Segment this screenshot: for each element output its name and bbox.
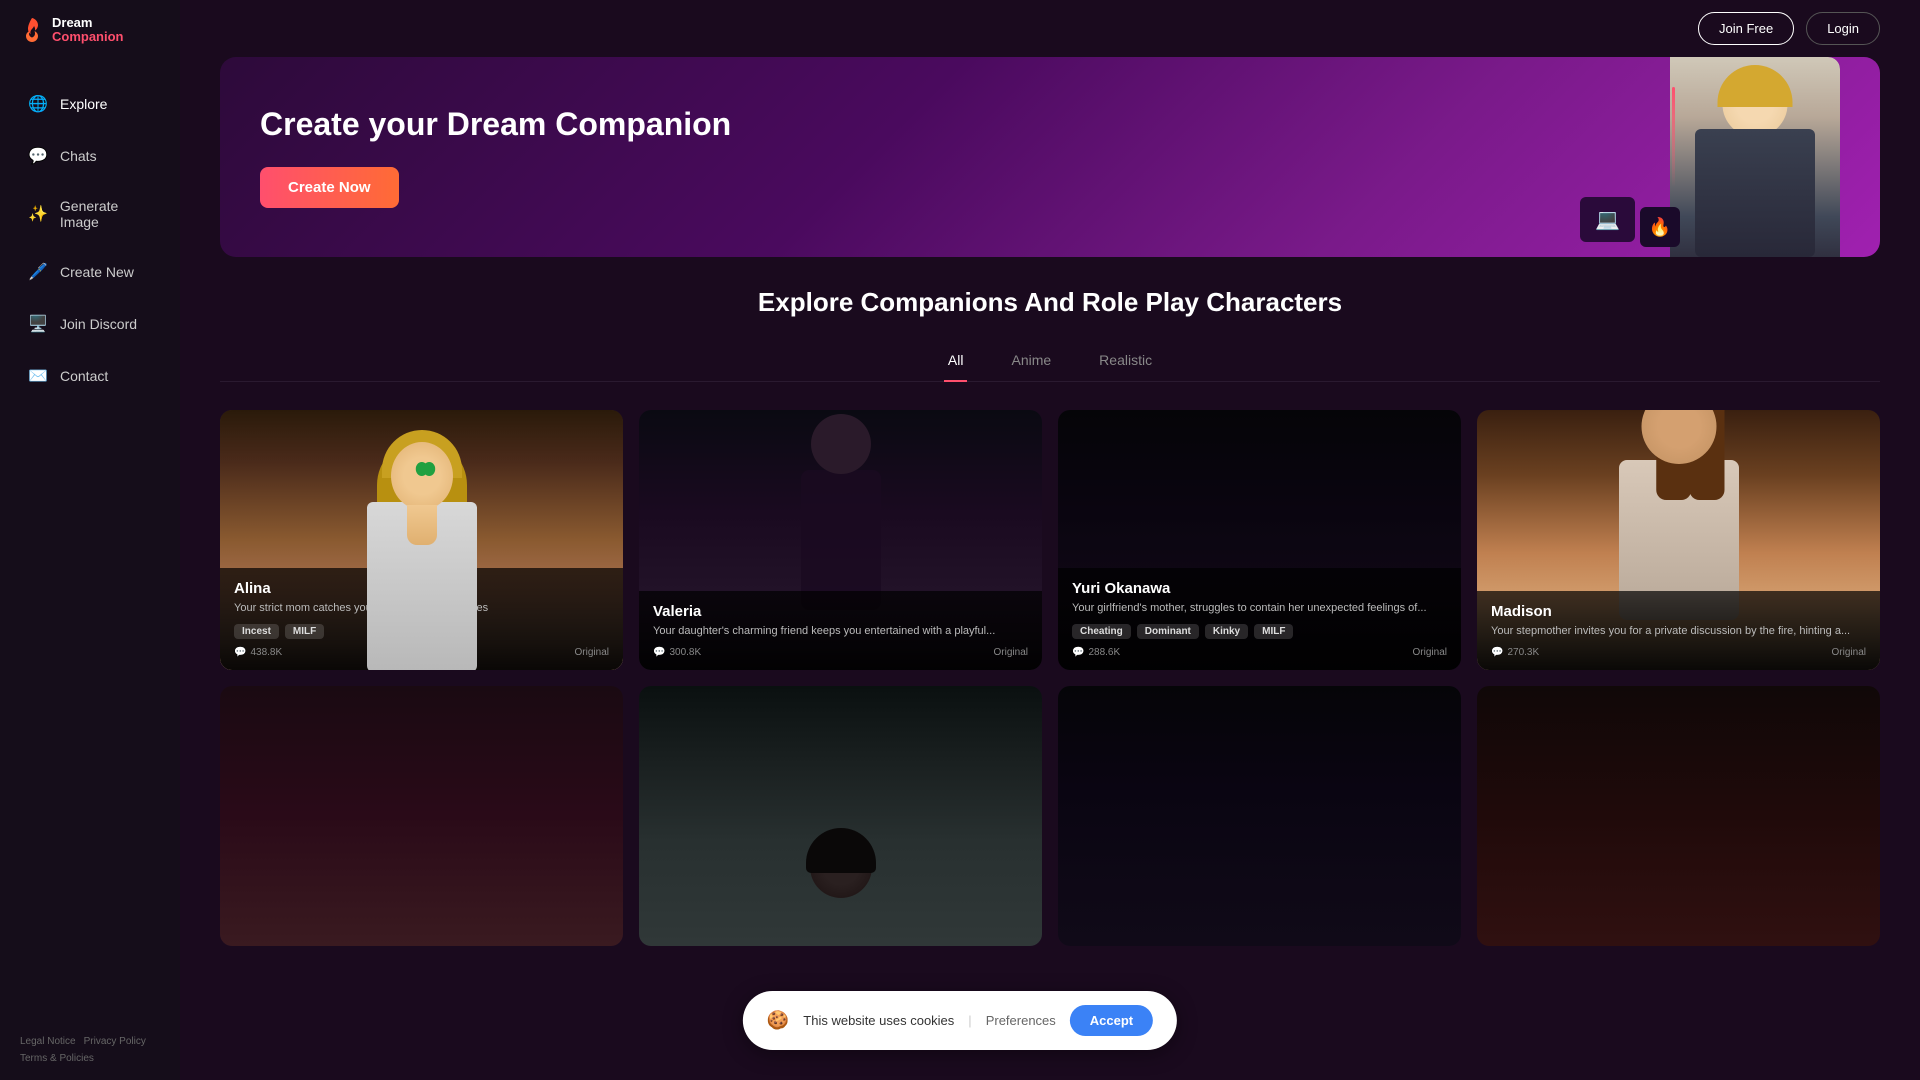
sidebar: Dream Companion 🌐 Explore 💬 Chats ✨ Gene… — [0, 0, 180, 1080]
hero-device-decoration: 💻 — [1580, 197, 1635, 242]
sidebar-footer: Legal Notice Privacy Policy Terms & Poli… — [0, 1020, 180, 1080]
logo[interactable]: Dream Companion — [0, 0, 180, 60]
sidebar-item-explore[interactable]: 🌐 Explore — [8, 80, 172, 128]
card-yuri-badge: Original — [1413, 647, 1447, 658]
tabs: All Anime Realistic — [220, 342, 1880, 382]
join-free-button[interactable]: Join Free — [1698, 12, 1794, 45]
accept-button[interactable]: Accept — [1070, 1005, 1153, 1036]
sidebar-item-generate-image[interactable]: ✨ Generate Image — [8, 184, 172, 244]
cards-grid-row2 — [220, 686, 1880, 946]
generate-image-icon: ✨ — [28, 204, 48, 224]
chats-icon: 💬 — [28, 146, 48, 166]
card-valeria-name: Valeria — [653, 603, 1028, 620]
card-row2-2[interactable] — [639, 686, 1042, 946]
create-now-button[interactable]: Create Now — [260, 167, 399, 208]
card-valeria[interactable]: Valeria Your daughter's charming friend … — [639, 410, 1042, 670]
tag-incest: Incest — [234, 624, 279, 639]
card-valeria-meta: 💬 300.8K Original — [653, 647, 1028, 658]
card-row2-4-image — [1477, 686, 1880, 946]
top-header: Join Free Login — [180, 0, 1920, 57]
card-valeria-info: Valeria Your daughter's charming friend … — [639, 591, 1042, 670]
legal-notice-link[interactable]: Legal Notice — [20, 1036, 76, 1047]
tag-kinky: Kinky — [1205, 624, 1248, 639]
chat-icon-yuri: 💬 — [1072, 647, 1084, 658]
contact-icon: ✉️ — [28, 366, 48, 386]
chat-icon-madison: 💬 — [1491, 647, 1503, 658]
card-yuri[interactable]: Yuri Okanawa Your girlfriend's mother, s… — [1058, 410, 1461, 670]
card-row2-1[interactable] — [220, 686, 623, 946]
card-yuri-tags: Cheating Dominant Kinky MILF — [1072, 624, 1447, 639]
tab-realistic[interactable]: Realistic — [1095, 342, 1156, 382]
section-title: Explore Companions And Role Play Charact… — [220, 287, 1880, 318]
sidebar-item-contact-label: Contact — [60, 368, 108, 384]
sidebar-item-join-discord[interactable]: 🖥️ Join Discord — [8, 300, 172, 348]
card-valeria-count: 💬 300.8K — [653, 647, 701, 658]
hero-fire-decoration: 🔥 — [1640, 207, 1680, 247]
card-yuri-name: Yuri Okanawa — [1072, 580, 1447, 597]
card-alina-count: 💬 438.8K — [234, 647, 282, 658]
terms-policies-link[interactable]: Terms & Policies — [20, 1053, 160, 1064]
card-alina[interactable]: Alina Your strict mom catches you watchi… — [220, 410, 623, 670]
hero-title: Create your Dream Companion — [260, 106, 731, 143]
hero-character — [1670, 57, 1840, 257]
hero-accent-line — [1672, 87, 1675, 187]
join-discord-icon: 🖥️ — [28, 314, 48, 334]
hero-content: Create your Dream Companion Create Now — [260, 106, 731, 208]
card-row2-4[interactable] — [1477, 686, 1880, 946]
card-alina-badge: Original — [575, 647, 609, 658]
explore-section: Explore Companions And Role Play Charact… — [180, 287, 1920, 946]
row2-2-char — [801, 836, 881, 916]
card-madison[interactable]: Madison Your stepmother invites you for … — [1477, 410, 1880, 670]
sidebar-nav: 🌐 Explore 💬 Chats ✨ Generate Image 🖊️ Cr… — [0, 60, 180, 1020]
cookie-divider: | — [968, 1013, 971, 1028]
login-button[interactable]: Login — [1806, 12, 1880, 45]
chat-icon: 💬 — [234, 647, 246, 658]
card-yuri-meta: 💬 288.6K Original — [1072, 647, 1447, 658]
preferences-button[interactable]: Preferences — [986, 1013, 1056, 1028]
card-valeria-desc: Your daughter's charming friend keeps yo… — [653, 624, 1028, 639]
explore-icon: 🌐 — [28, 94, 48, 114]
sidebar-item-discord-label: Join Discord — [60, 316, 137, 332]
sidebar-item-explore-label: Explore — [60, 96, 107, 112]
card-row2-3-image — [1058, 686, 1461, 946]
sidebar-item-create-new[interactable]: 🖊️ Create New — [8, 248, 172, 296]
card-madison-name: Madison — [1491, 603, 1866, 620]
cards-grid-row1: Alina Your strict mom catches you watchi… — [220, 410, 1880, 670]
tab-anime[interactable]: Anime — [1007, 342, 1055, 382]
cookie-icon: 🍪 — [767, 1010, 789, 1031]
hero-banner: Create your Dream Companion Create Now 💻… — [220, 57, 1880, 257]
sidebar-item-chats[interactable]: 💬 Chats — [8, 132, 172, 180]
card-madison-badge: Original — [1832, 647, 1866, 658]
tag-cheating: Cheating — [1072, 624, 1131, 639]
tag-milf-yuri: MILF — [1254, 624, 1293, 639]
card-yuri-count: 💬 288.6K — [1072, 647, 1120, 658]
privacy-policy-link[interactable]: Privacy Policy — [84, 1036, 146, 1047]
card-madison-desc: Your stepmother invites you for a privat… — [1491, 624, 1866, 639]
card-row2-2-image — [639, 686, 1042, 946]
footer-links: Legal Notice Privacy Policy — [20, 1036, 160, 1047]
tag-dominant: Dominant — [1137, 624, 1199, 639]
card-yuri-info: Yuri Okanawa Your girlfriend's mother, s… — [1058, 568, 1461, 670]
tag-milf: MILF — [285, 624, 324, 639]
hero-image: 💻 🔥 — [1560, 57, 1840, 257]
card-row2-1-image — [220, 686, 623, 946]
card-madison-count: 💬 270.3K — [1491, 647, 1539, 658]
logo-icon — [20, 16, 44, 44]
cookie-text: This website uses cookies — [803, 1013, 954, 1028]
logo-text: Dream Companion — [52, 16, 124, 45]
cookie-banner: 🍪 This website uses cookies | Preference… — [743, 991, 1177, 1050]
create-new-icon: 🖊️ — [28, 262, 48, 282]
chat-icon-valeria: 💬 — [653, 647, 665, 658]
card-madison-meta: 💬 270.3K Original — [1491, 647, 1866, 658]
card-valeria-badge: Original — [994, 647, 1028, 658]
card-yuri-desc: Your girlfriend's mother, struggles to c… — [1072, 601, 1447, 616]
main-content: Join Free Login Create your Dream Compan… — [180, 0, 1920, 1080]
sidebar-item-chats-label: Chats — [60, 148, 97, 164]
sidebar-item-contact[interactable]: ✉️ Contact — [8, 352, 172, 400]
card-madison-info: Madison Your stepmother invites you for … — [1477, 591, 1880, 670]
sidebar-item-generate-label: Generate Image — [60, 198, 152, 230]
tab-all[interactable]: All — [944, 342, 968, 382]
sidebar-item-create-label: Create New — [60, 264, 134, 280]
card-row2-3[interactable] — [1058, 686, 1461, 946]
